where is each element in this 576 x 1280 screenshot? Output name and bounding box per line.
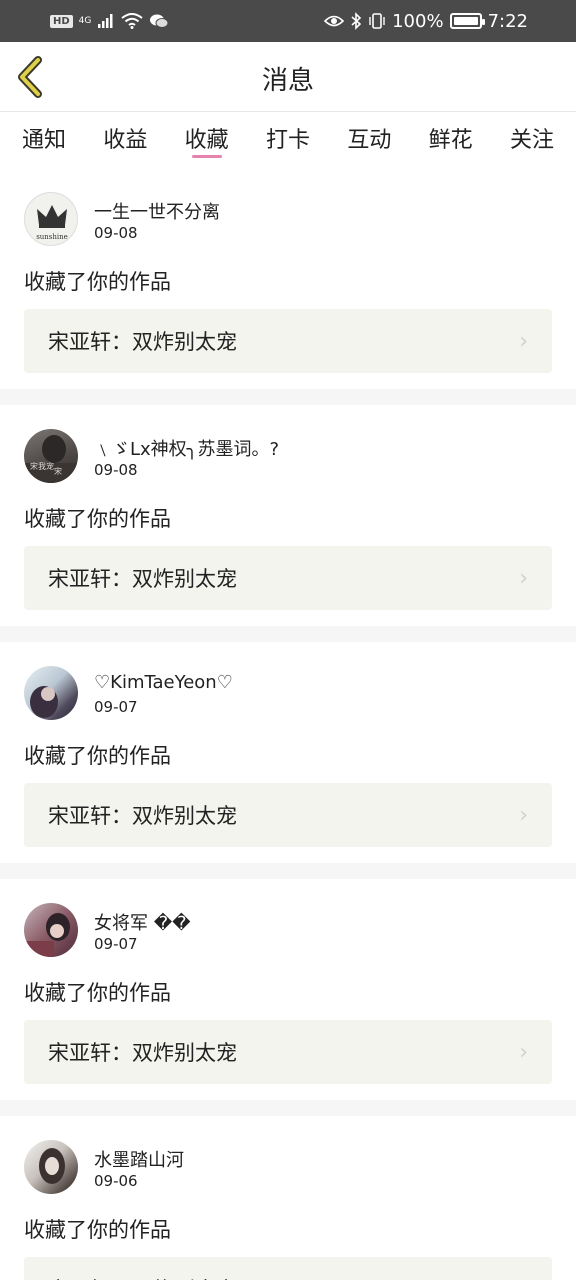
- action-text: 收藏了你的作品: [24, 270, 171, 294]
- status-bar: HD 4G 100% 7:22: [0, 0, 576, 42]
- user-name[interactable]: 女将军 ��: [94, 909, 191, 935]
- svg-text:sunshine: sunshine: [36, 233, 68, 241]
- vibrate-icon: [369, 13, 385, 29]
- signal-icon: [98, 14, 113, 28]
- work-title: 宋亚轩：双炸别太宠: [48, 1041, 237, 1065]
- card-separator: [0, 863, 576, 879]
- chevron-right-icon: ›: [519, 1277, 528, 1280]
- work-title: 宋亚轩：双炸别太宠: [48, 330, 237, 354]
- chevron-right-icon: ›: [519, 328, 528, 354]
- card-separator: [0, 1100, 576, 1116]
- work-title: 宋亚轩：双炸别太宠: [48, 804, 237, 828]
- avatar[interactable]: [24, 666, 78, 720]
- message-card: 女将军 �� 09-07 收藏了你的作品宋亚轩：双炸别太宠 ›: [0, 879, 576, 1100]
- wechat-icon: [150, 14, 169, 28]
- user-name[interactable]: 一生一世不分离: [94, 198, 220, 224]
- message-date: 09-07: [94, 935, 138, 953]
- message-date: 09-08: [94, 461, 138, 479]
- svg-text:宋我宠: 宋我宠: [30, 461, 54, 471]
- tab-flowers[interactable]: 鲜花: [429, 112, 473, 168]
- work-title: 宋亚轩：双炸别太宠: [48, 567, 237, 591]
- work-link[interactable]: 宋亚轩：双炸别太宠 ›: [24, 309, 552, 373]
- battery-icon: [449, 13, 485, 29]
- avatar[interactable]: [24, 903, 78, 957]
- page-title: 消息: [261, 66, 314, 96]
- message-card: sunshine 一生一世不分离 09-08 收藏了你的作品宋亚轩：双炸别太宠 ›: [0, 168, 576, 389]
- message-date: 09-06: [94, 1172, 138, 1190]
- message-card: 宋我宠宋 ﹨ゞLx神权╮苏墨词。? 09-08 收藏了你的作品宋亚轩：双炸别太宠 ›: [0, 405, 576, 626]
- tab-follow[interactable]: 关注: [510, 112, 554, 168]
- eye-icon: [324, 15, 345, 27]
- user-name[interactable]: 水墨踏山河: [94, 1146, 184, 1172]
- battery-fill: [453, 17, 478, 25]
- work-title: 宋亚轩：双炸别太宠: [48, 1274, 237, 1280]
- svg-text:宋: 宋: [54, 466, 62, 476]
- message-card: ♡KimTaeYeon♡ 09-07 收藏了你的作品宋亚轩：双炸别太宠 ›: [0, 642, 576, 863]
- work-link[interactable]: 宋亚轩：双炸别太宠 ›: [24, 1257, 552, 1280]
- avatar[interactable]: 宋我宠宋: [24, 429, 78, 483]
- work-link[interactable]: 宋亚轩：双炸别太宠 ›: [24, 783, 552, 847]
- card-separator: [0, 389, 576, 405]
- tab-interact[interactable]: 互动: [347, 112, 391, 168]
- tab-notify[interactable]: 通知: [22, 112, 66, 168]
- chevron-right-icon: ›: [519, 1039, 528, 1065]
- action-text: 收藏了你的作品: [24, 981, 171, 1005]
- action-text: 收藏了你的作品: [24, 744, 171, 768]
- wifi-icon: [121, 13, 143, 29]
- message-date: 09-08: [94, 224, 138, 242]
- tab-bar: 通知 收益 收藏 打卡 互动 鲜花 关注: [0, 112, 576, 168]
- title-bar: 消息: [0, 42, 576, 112]
- avatar[interactable]: [24, 1140, 78, 1194]
- card-separator: [0, 626, 576, 642]
- status-right: 100% 7:22: [324, 11, 528, 32]
- battery-percent: 100%: [392, 10, 444, 32]
- action-text: 收藏了你的作品: [24, 1218, 171, 1242]
- message-list: sunshine 一生一世不分离 09-08 收藏了你的作品 宋亚轩：双炸别太宠 › 宋我宠…: [0, 168, 576, 1280]
- message-date: 09-07: [94, 698, 138, 716]
- message-card: 水墨踏山河09-06 收藏了你的作品宋亚轩：双炸别太宠 ›: [0, 1116, 576, 1280]
- bluetooth-icon: [351, 12, 362, 30]
- chevron-right-icon: ›: [519, 565, 528, 591]
- work-link[interactable]: 宋亚轩：双炸别太宠 ›: [24, 1020, 552, 1084]
- avatar[interactable]: sunshine: [24, 192, 78, 246]
- user-name[interactable]: ﹨ゞLx神权╮苏墨词。?: [94, 435, 279, 461]
- status-left: HD 4G: [50, 13, 169, 29]
- user-name[interactable]: ♡KimTaeYeon♡: [94, 672, 233, 693]
- network-label: 4G: [78, 16, 92, 26]
- chevron-right-icon: ›: [519, 802, 528, 828]
- clock: 7:22: [487, 10, 528, 32]
- hd-badge: HD: [50, 14, 73, 28]
- action-text: 收藏了你的作品: [24, 507, 171, 531]
- tab-checkin[interactable]: 打卡: [266, 112, 310, 168]
- work-link[interactable]: 宋亚轩：双炸别太宠 ›: [24, 546, 552, 610]
- tab-earnings[interactable]: 收益: [103, 112, 147, 168]
- tab-favorites[interactable]: 收藏: [185, 112, 229, 168]
